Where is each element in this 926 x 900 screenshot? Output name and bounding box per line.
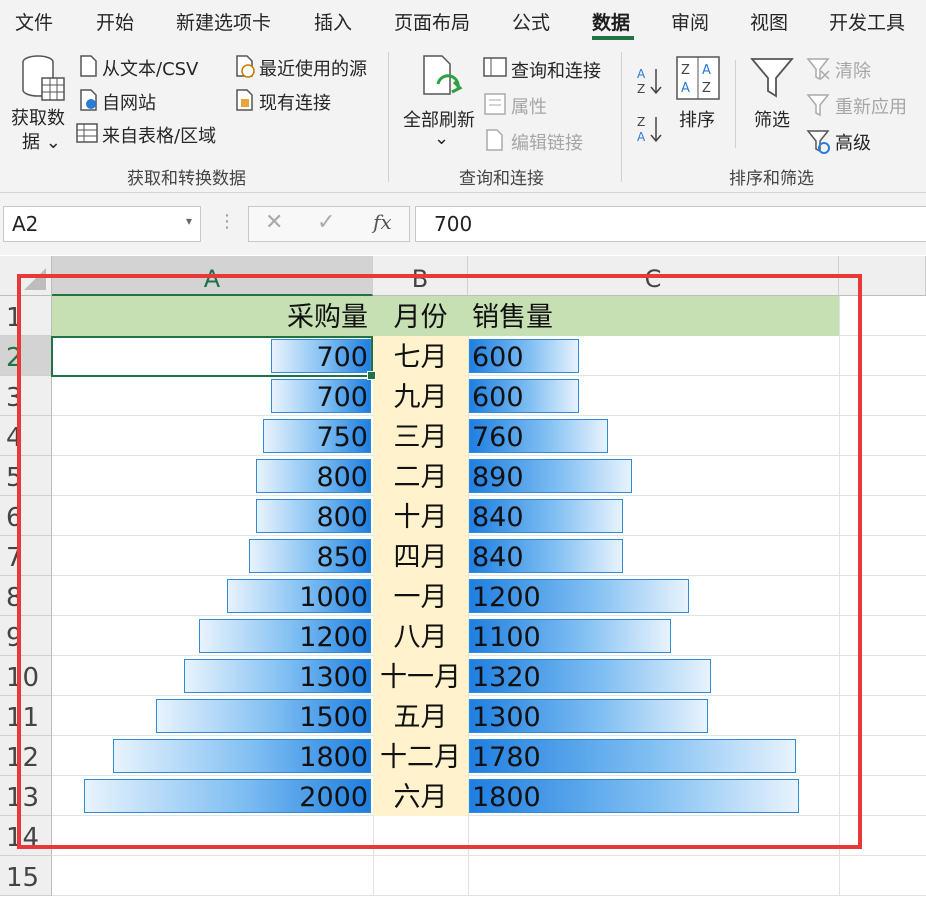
reapply-icon (806, 94, 830, 117)
enter-icon[interactable]: ✓ (317, 210, 335, 235)
tab-view[interactable]: 视图 (750, 8, 788, 35)
svg-text:A: A (637, 130, 646, 144)
get-data-label-2: 据 ⌄ (22, 132, 61, 153)
get-data-label: 获取数 (11, 108, 65, 129)
name-box[interactable]: A2 ▾ (3, 206, 201, 242)
from-table-button[interactable]: 来自表格/区域 (102, 122, 216, 148)
insert-function-icon[interactable]: fx (373, 210, 392, 234)
svg-text:A: A (681, 81, 690, 96)
queries-connections-icon (483, 57, 507, 77)
tab-insert[interactable]: 插入 (314, 8, 352, 35)
edit-links-button[interactable]: 编辑链接 (511, 129, 583, 155)
svg-text:Z: Z (637, 82, 645, 96)
existing-connections-button[interactable]: 现有连接 (259, 89, 331, 115)
tab-data[interactable]: 数据 (592, 8, 630, 35)
text-file-icon (80, 55, 97, 77)
more-options-icon: ⋮ (218, 211, 236, 232)
advanced-filter-icon (806, 130, 830, 154)
tab-home[interactable]: 开始 (96, 8, 134, 35)
tab-developer[interactable]: 开发工具 (829, 8, 905, 35)
filter-icon (750, 58, 794, 98)
group-label-get-data: 获取和转换数据 (127, 169, 246, 189)
tab-new[interactable]: 新建选项卡 (176, 8, 271, 35)
group-label-sort-filter: 排序和筛选 (729, 169, 814, 189)
gridline (52, 895, 926, 896)
group-label-queries: 查询和连接 (459, 169, 544, 189)
tab-review[interactable]: 审阅 (671, 8, 709, 35)
name-box-value: A2 (12, 212, 39, 236)
edit-links-icon (486, 129, 503, 151)
table-icon (76, 123, 98, 143)
refresh-all-arrow: ⌄ (434, 128, 450, 149)
clear-button[interactable]: 清除 (835, 57, 871, 83)
advanced-button[interactable]: 高级 (835, 129, 871, 155)
gridline (52, 855, 926, 856)
filter-label: 筛选 (754, 110, 790, 131)
recent-sources-icon (236, 55, 255, 78)
ribbon-separator (621, 52, 622, 182)
refresh-icon (423, 55, 463, 95)
cancel-icon[interactable]: ✕ (265, 210, 283, 235)
formula-input[interactable]: 700 (415, 206, 926, 242)
formula-value: 700 (434, 212, 473, 236)
ribbon-separator (388, 52, 389, 182)
sort-icon: Z A A Z (676, 56, 720, 100)
formula-bar: A2 ▾ ⋮ ✕ ✓ fx 700 (0, 193, 926, 255)
from-text-csv-button[interactable]: 从文本/CSV (102, 55, 198, 81)
highlight-box (17, 274, 862, 849)
clear-filter-icon (806, 58, 830, 81)
ribbon: 获取数 据 ⌄ 从文本/CSV 自网站 来自表格/区域 最近使用的源 现有连接 … (0, 42, 926, 193)
sort-label: 排序 (679, 110, 715, 131)
properties-button[interactable]: 属性 (511, 93, 547, 119)
svg-text:Z: Z (702, 81, 711, 96)
chevron-down-icon[interactable]: ▾ (186, 214, 192, 228)
formula-buttons: ✕ ✓ fx (248, 206, 410, 242)
row-header-15[interactable]: 15 (0, 856, 52, 896)
sort-ascending-icon[interactable]: A Z (636, 66, 666, 96)
svg-text:A: A (637, 67, 646, 81)
svg-text:Z: Z (637, 115, 645, 129)
queries-connections-button[interactable]: 查询和连接 (511, 57, 601, 83)
database-icon (22, 55, 65, 101)
menu-bar: 文件 开始 新建选项卡 插入 页面布局 公式 数据 审阅 视图 开发工具 (0, 0, 926, 42)
existing-connections-icon (236, 89, 253, 111)
reapply-button[interactable]: 重新应用 (835, 93, 907, 119)
active-tab-indicator (592, 36, 634, 40)
tab-formulas[interactable]: 公式 (512, 8, 550, 35)
tab-file[interactable]: 文件 (15, 8, 53, 35)
tab-page-layout[interactable]: 页面布局 (394, 8, 470, 35)
svg-text:Z: Z (681, 63, 690, 78)
recent-sources-button[interactable]: 最近使用的源 (259, 55, 367, 81)
sort-descending-icon[interactable]: Z A (636, 114, 666, 144)
properties-icon (484, 93, 506, 115)
svg-text:A: A (702, 63, 711, 78)
from-web-button[interactable]: 自网站 (102, 89, 156, 115)
web-icon (80, 89, 97, 111)
ribbon-separator (735, 60, 736, 148)
